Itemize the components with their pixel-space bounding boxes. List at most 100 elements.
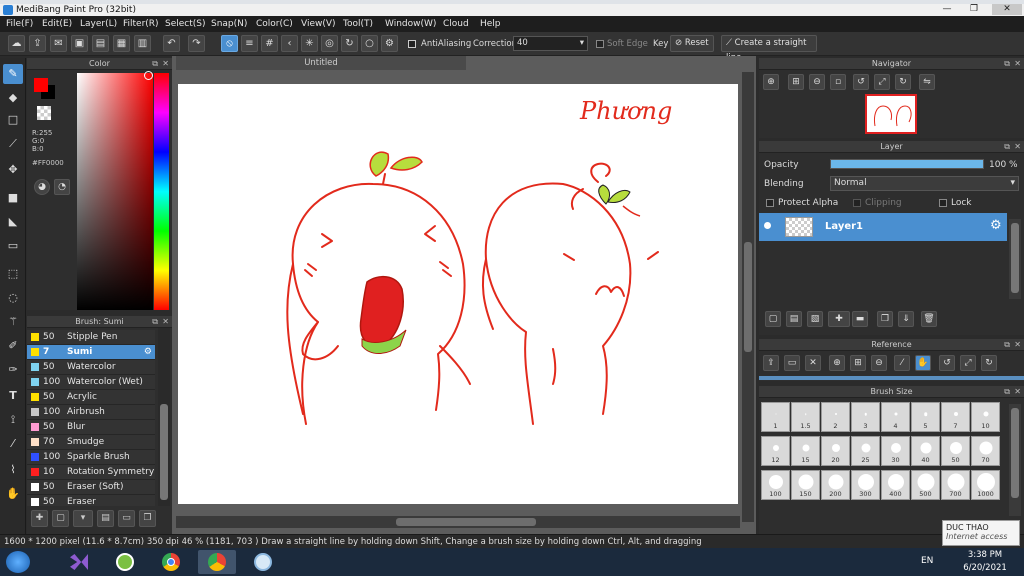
flip-icon[interactable]: ⇋ <box>919 74 935 90</box>
divide-tool-icon[interactable]: ⟟ <box>3 410 23 430</box>
brush-size-cell[interactable]: 15 <box>791 436 820 466</box>
clipping-checkbox[interactable] <box>853 199 861 207</box>
scrollbar-thumb[interactable] <box>1011 223 1019 293</box>
brush-size-cell[interactable]: 3 <box>851 402 880 432</box>
export-icon[interactable]: ▥ <box>134 35 151 52</box>
brush-size-cell[interactable]: 12 <box>761 436 790 466</box>
zoom-in-icon[interactable]: ⊕ <box>763 74 779 90</box>
brush-size-cell[interactable]: 25 <box>851 436 880 466</box>
reference-rotate-left-icon[interactable]: ↺ <box>939 355 955 371</box>
hand-tool-icon[interactable]: ✋ <box>3 484 23 504</box>
radial-snap-icon[interactable]: ✳ <box>301 35 318 52</box>
menu-layer[interactable]: Layer(L) <box>80 16 117 32</box>
new-brush-icon[interactable]: ▢ <box>52 510 69 527</box>
undock-icon[interactable]: ⧉ <box>1004 339 1010 351</box>
pen-tool-icon[interactable]: ⟋ <box>3 134 23 154</box>
brush-size-cell[interactable]: 400 <box>881 470 910 500</box>
menu-snap[interactable]: Snap(N) <box>211 16 247 32</box>
menu-tool[interactable]: Tool(T) <box>343 16 373 32</box>
cross-snap-icon[interactable]: # <box>261 35 278 52</box>
brush-size-cell[interactable]: 2 <box>821 402 850 432</box>
undock-icon[interactable]: ⧉ <box>152 316 158 328</box>
brush-size-cell[interactable]: 300 <box>851 470 880 500</box>
close-icon[interactable]: ✕ <box>1014 339 1021 351</box>
soft-edge-checkbox[interactable] <box>596 40 604 48</box>
brush-item[interactable]: 50 Stipple Pen <box>27 330 155 345</box>
brush-size-cell[interactable]: 200 <box>821 470 850 500</box>
navigator-thumbnail[interactable] <box>865 94 917 134</box>
scrollbar-thumb[interactable] <box>744 242 752 352</box>
scrollbar-thumb[interactable] <box>1011 408 1019 498</box>
reference-zoom-in-icon[interactable]: ⊕ <box>829 355 845 371</box>
undock-icon[interactable]: ⧉ <box>1004 58 1010 70</box>
brush-size-cell[interactable]: 1 <box>761 402 790 432</box>
medibang-paint-icon[interactable] <box>244 550 282 574</box>
fit-window-icon[interactable]: ⤢ <box>874 74 890 90</box>
visual-studio-icon[interactable] <box>60 550 98 574</box>
menu-window[interactable]: Window(W) <box>385 16 436 32</box>
brush-item[interactable]: 50 Blur <box>27 420 155 435</box>
brush-menu-icon[interactable]: ▾ <box>73 510 93 527</box>
gradient-tool-icon[interactable]: ▭ <box>3 236 23 256</box>
zoom-fit-icon[interactable]: ⊞ <box>788 74 804 90</box>
circle-snap-icon[interactable]: ◎ <box>321 35 338 52</box>
language-indicator[interactable]: EN <box>921 556 933 566</box>
rect-fill-tool-icon[interactable]: ■ <box>3 188 23 208</box>
hue-slider[interactable] <box>154 73 169 310</box>
brush-size-cell[interactable]: 10 <box>971 402 1000 432</box>
brush-item[interactable]: 50 Acrylic <box>27 390 155 405</box>
new-halftone-layer-icon[interactable]: ▤ <box>786 311 802 327</box>
bucket-tool-icon[interactable]: ◣ <box>3 212 23 232</box>
layer-scrollbar[interactable] <box>1009 219 1021 299</box>
brush-size-cell[interactable]: 100 <box>761 470 790 500</box>
brush-item[interactable]: 50 Watercolor <box>27 360 155 375</box>
brush-size-cell[interactable]: 5 <box>911 402 940 432</box>
brush-properties-icon[interactable]: ▤ <box>97 510 114 527</box>
reference-eyedropper-icon[interactable]: ⁄ <box>894 355 910 371</box>
protect-alpha-checkbox[interactable] <box>766 199 774 207</box>
share-icon[interactable]: ⇪ <box>29 35 46 52</box>
brush-size-cell[interactable]: 20 <box>821 436 850 466</box>
brush-item[interactable]: 100 Watercolor (Wet) <box>27 375 155 390</box>
document-tab[interactable]: Untitled <box>176 56 466 70</box>
lasso-tool-icon[interactable]: ◌ <box>3 288 23 308</box>
opacity-slider[interactable] <box>830 159 984 169</box>
move-tool-icon[interactable]: ✥ <box>3 160 23 180</box>
palette-icon[interactable]: ◕ <box>34 179 50 195</box>
grid-icon[interactable]: ▦ <box>113 35 130 52</box>
menu-edit[interactable]: Edit(E) <box>42 16 72 32</box>
reference-open-folder-icon[interactable]: ▭ <box>784 355 800 371</box>
document-icon[interactable]: ▤ <box>92 35 109 52</box>
saturation-value-field[interactable] <box>77 73 153 310</box>
reference-hand-icon[interactable]: ✋ <box>915 355 931 371</box>
select-eraser-tool-icon[interactable]: ✑ <box>3 360 23 380</box>
redo-icon[interactable]: ↷ <box>188 35 205 52</box>
scrollbar-thumb[interactable] <box>160 404 168 500</box>
brush-size-cell[interactable]: 40 <box>911 436 940 466</box>
undock-icon[interactable]: ⧉ <box>152 58 158 70</box>
delete-layer-trash-icon[interactable]: 🗑 <box>921 311 937 327</box>
system-clock[interactable]: 3:38 PM 6/20/2021 <box>955 549 1015 575</box>
layer-folder-icon[interactable]: ▬ <box>852 311 868 327</box>
merge-layer-icon[interactable]: ⇓ <box>898 311 914 327</box>
rotate-left-icon[interactable]: ↺ <box>853 74 869 90</box>
brush-item[interactable]: 100 Airbrush <box>27 405 155 420</box>
brush-size-cell[interactable]: 500 <box>911 470 940 500</box>
color-picker-cursor[interactable] <box>144 71 153 80</box>
dot-tool-icon[interactable]: □ <box>3 110 23 130</box>
menu-cloud[interactable]: Cloud <box>443 16 469 32</box>
visibility-eye-icon[interactable] <box>764 222 771 229</box>
brush-size-cell[interactable]: 70 <box>971 436 1000 466</box>
brush-size-cell[interactable]: 1000 <box>971 470 1000 500</box>
brush-size-cell[interactable]: 4 <box>881 402 910 432</box>
canvas-horizontal-scrollbar[interactable] <box>176 516 740 528</box>
new-1bit-layer-icon[interactable]: ▧ <box>807 311 823 327</box>
vanishing-snap-icon[interactable]: ‹ <box>281 35 298 52</box>
blending-select[interactable]: Normal ▾ <box>830 176 1019 191</box>
chrome-canary-icon[interactable] <box>198 550 236 574</box>
zoom-out-icon[interactable]: ⊖ <box>809 74 825 90</box>
maximize-button[interactable]: ❐ <box>962 4 986 15</box>
add-layer-menu-icon[interactable]: ✚ <box>828 311 850 327</box>
magic-wand-tool-icon[interactable]: ⚚ <box>3 312 23 332</box>
comment-icon[interactable]: ✉ <box>50 35 67 52</box>
